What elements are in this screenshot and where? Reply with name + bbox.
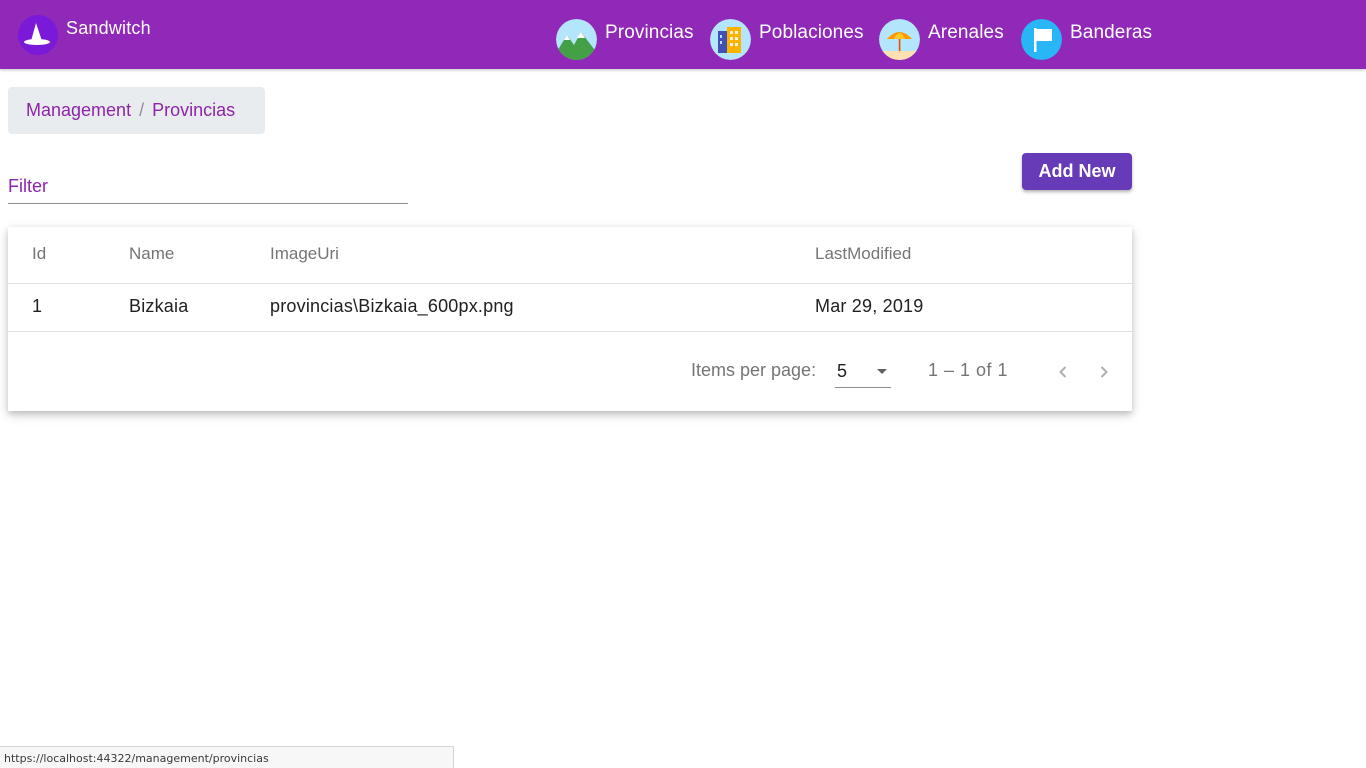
flag-icon [1021, 18, 1062, 60]
cell-lastmodified: Mar 29, 2019 [815, 296, 924, 316]
dropdown-arrow-icon [877, 369, 887, 374]
table-header-row: Id Name ImageUri LastModified [8, 227, 1132, 284]
add-new-button[interactable]: Add New [1022, 153, 1132, 190]
nav-label: Poblaciones [759, 21, 864, 43]
brand-name: Sandwitch [66, 18, 151, 38]
column-header-name[interactable]: Name [129, 244, 174, 264]
nav-item-banderas[interactable]: Banderas [1021, 18, 1152, 60]
breadcrumb-item-management[interactable]: Management [26, 100, 131, 121]
chevron-left-icon [1059, 366, 1067, 378]
chevron-right-icon [1100, 366, 1108, 378]
items-per-page-label: Items per page: [691, 360, 817, 380]
breadcrumb: Management / Provincias [8, 87, 265, 134]
nav-label: Provincias [605, 21, 694, 43]
provincias-table: Id Name ImageUri LastModified 1 Bizkaia … [8, 227, 1132, 411]
previous-page-button[interactable] [1051, 360, 1075, 384]
nav-item-poblaciones[interactable]: Poblaciones [710, 18, 864, 60]
witch-logo-icon [18, 15, 58, 55]
nav-item-provincias[interactable]: Provincias [556, 18, 694, 60]
mountains-icon [556, 18, 597, 60]
next-page-button[interactable] [1092, 360, 1116, 384]
column-header-id[interactable]: Id [32, 244, 46, 264]
nav-label: Banderas [1070, 21, 1153, 43]
buildings-icon [710, 18, 751, 60]
filter-field [8, 172, 408, 204]
table-row[interactable]: 1 Bizkaia provincias\Bizkaia_600px.png M… [8, 284, 1132, 332]
column-header-imageuri[interactable]: ImageUri [270, 244, 339, 264]
breadcrumb-separator: / [139, 100, 145, 120]
cell-imageuri: provincias\Bizkaia_600px.png [270, 296, 514, 316]
page-size-select[interactable]: 5 [835, 356, 891, 388]
cell-id: 1 [32, 296, 43, 316]
brand-link[interactable]: Sandwitch [18, 15, 151, 57]
nav-item-arenales[interactable]: Arenales [879, 18, 1004, 60]
breadcrumb-item-provincias: Provincias [152, 100, 236, 120]
page-size-value: 5 [837, 361, 848, 381]
paginator: Items per page: 5 1 – 1 of 1 [8, 332, 1132, 411]
top-navbar: Sandwitch Provincias Poblaciones Arenale… [0, 0, 1366, 69]
column-header-lastmodified[interactable]: LastModified [815, 244, 911, 264]
nav-label: Arenales [928, 21, 1004, 43]
status-bar-url: https://localhost:44322/management/provi… [0, 746, 454, 768]
page-range-label: 1 – 1 of 1 [928, 360, 1009, 380]
cell-name: Bizkaia [129, 296, 189, 316]
beach-umbrella-icon [879, 18, 920, 60]
filter-input[interactable] [8, 172, 408, 200]
